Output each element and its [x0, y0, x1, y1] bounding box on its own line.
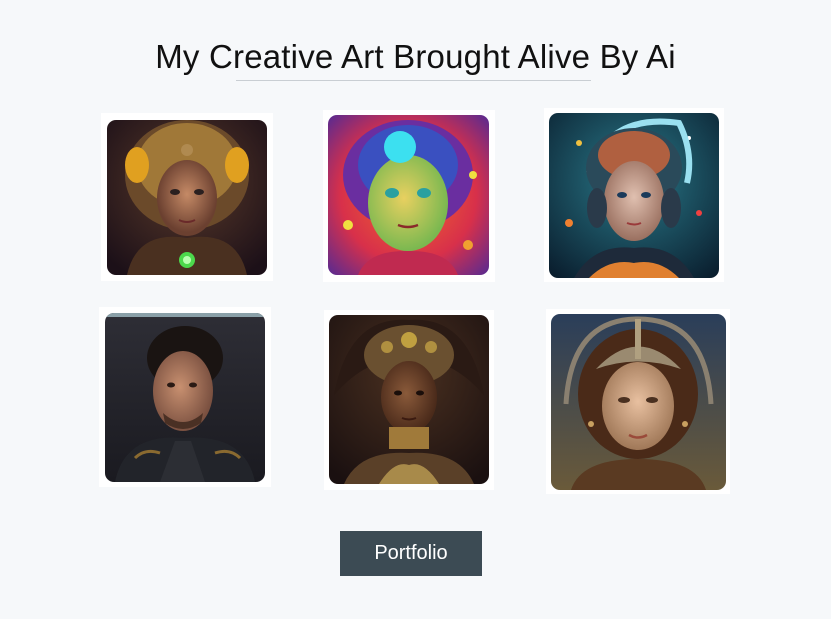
gallery-card-4 — [99, 307, 271, 487]
gallery-card-1 — [101, 113, 273, 281]
gallery-image-6[interactable] — [551, 314, 726, 490]
page-title: My Creative Art Brought Alive By Ai — [155, 38, 676, 75]
gallery-image-3[interactable] — [549, 113, 719, 278]
crowned-woman-image — [551, 314, 726, 490]
gallery-card-5 — [324, 310, 494, 490]
man-portrait-image — [105, 313, 265, 482]
gallery-card-6 — [546, 309, 730, 494]
gallery-card-3 — [544, 108, 724, 282]
gallery-image-2[interactable] — [328, 115, 489, 275]
portfolio-button[interactable]: Portfolio — [340, 531, 482, 576]
title-divider — [236, 80, 591, 81]
neon-girl-image — [328, 115, 489, 275]
gallery-image-1[interactable] — [107, 120, 267, 275]
gallery-image-5[interactable] — [329, 315, 489, 484]
astronaut-woman-image — [549, 113, 719, 278]
cyborg-portrait-image — [107, 120, 267, 275]
gallery-card-2 — [323, 110, 495, 282]
gallery-image-4[interactable] — [105, 313, 265, 482]
headdress-woman-image — [329, 315, 489, 484]
